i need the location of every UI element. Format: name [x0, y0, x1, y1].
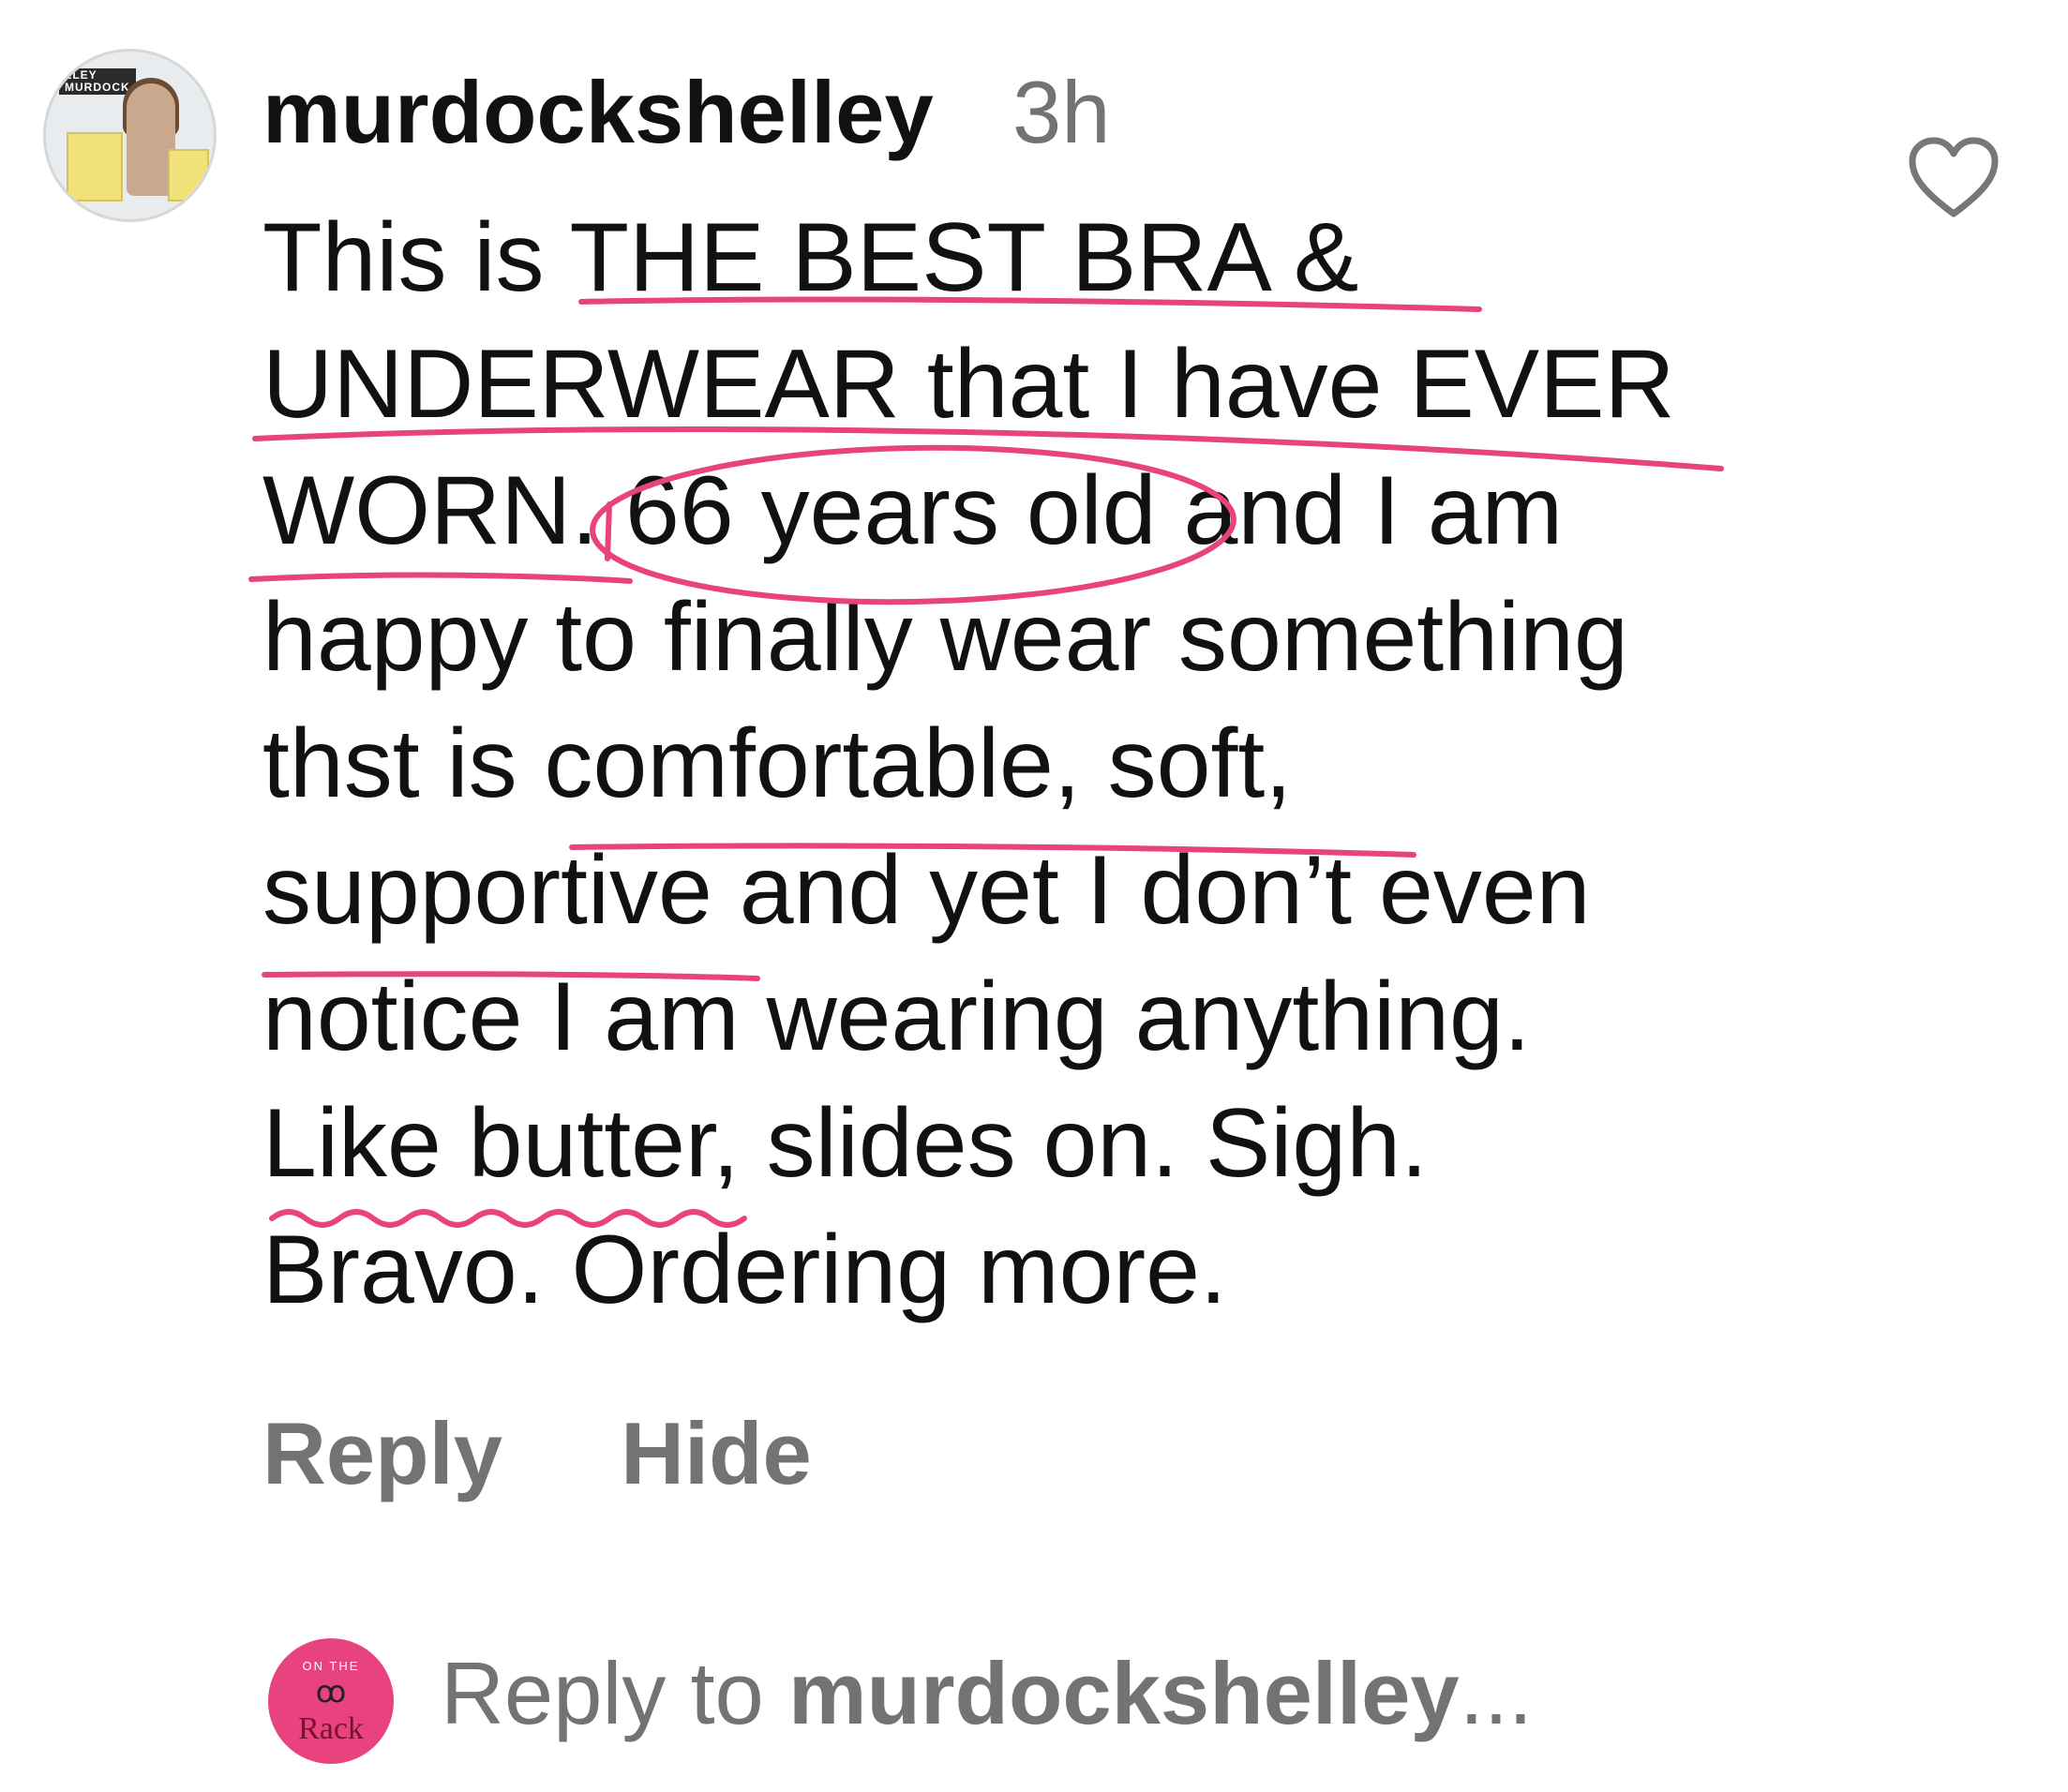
comment-timestamp: 3h [1012, 63, 1111, 161]
comment-line: WORN. 66 years old and I am [262, 456, 1564, 565]
avatar-logo-brand: Rack [298, 1711, 364, 1746]
reply-button[interactable]: Reply [262, 1404, 502, 1502]
reply-input[interactable]: Reply to murdockshelley... [441, 1633, 1533, 1755]
avatar-book-left [67, 132, 123, 202]
comment-line: UNDERWEAR that I have EVER [262, 330, 1675, 439]
comment-line: thst is comfortable, soft, [262, 709, 1293, 818]
comment-line: notice I am wearing anything. [262, 963, 1531, 1071]
comment-actions: Reply Hide [262, 1402, 906, 1505]
reply-input-ellipsis: ... [1459, 1644, 1534, 1742]
comment-line: Like butter, slides on. Sigh. [262, 1089, 1428, 1198]
comment-line: happy to finally wear something [262, 583, 1628, 692]
comment-text: This is THE BEST BRA & UNDERWEAR that I … [262, 195, 2044, 1334]
comment-username[interactable]: murdockshelley [262, 62, 934, 163]
hide-button[interactable]: Hide [621, 1404, 812, 1502]
reply-input-prefix: Reply to [441, 1644, 788, 1742]
commenter-avatar[interactable]: LLEY MURDOCK [43, 49, 217, 222]
comment-line: supportive and yet I don’t even [262, 836, 1591, 945]
current-user-avatar: ON THE ꝏ Rack [268, 1638, 394, 1764]
avatar-logo-top-text: ON THE [302, 1659, 360, 1673]
avatar-book-right [168, 149, 209, 202]
reply-input-username: murdockshelley [787, 1644, 1460, 1742]
comment-line: Bravo. Ordering more. [262, 1216, 1227, 1324]
comment-line: This is THE BEST BRA & [262, 203, 1359, 312]
avatar-tag-line2: MURDOCK [65, 81, 130, 94]
avatar-logo-glyph: ꝏ [315, 1675, 347, 1709]
avatar-name-tag: LLEY MURDOCK [59, 68, 136, 95]
